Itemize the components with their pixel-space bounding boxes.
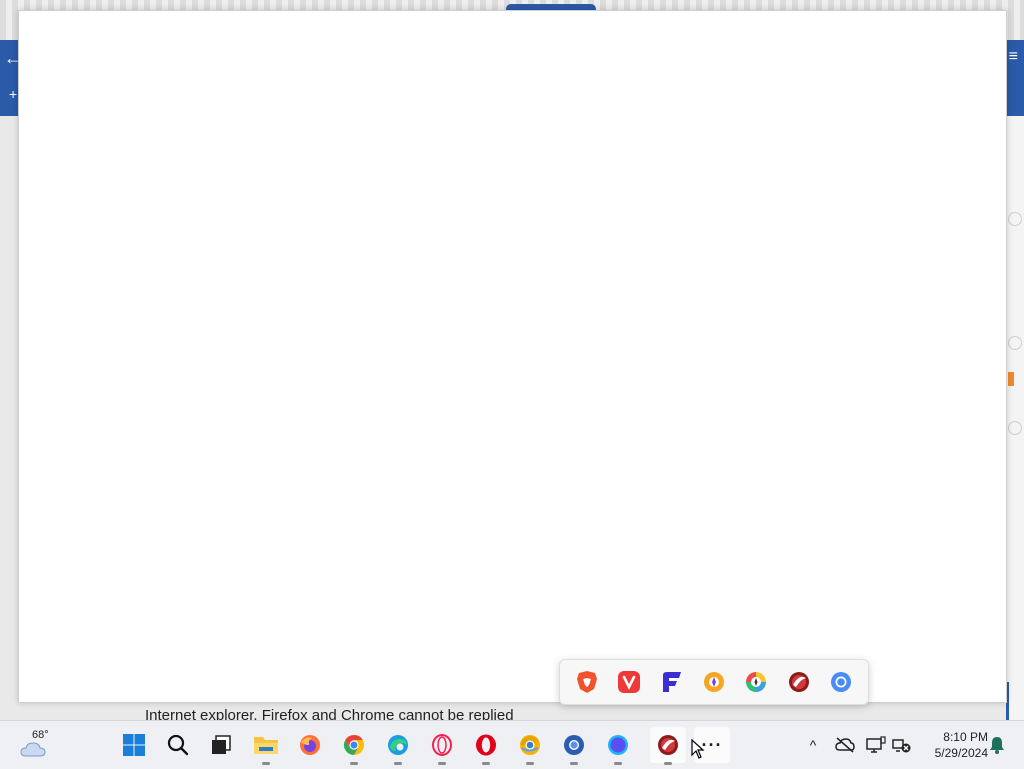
display-icon bbox=[866, 736, 886, 753]
cloud-icon bbox=[20, 742, 46, 757]
search-icon bbox=[167, 734, 189, 756]
bell-icon bbox=[990, 737, 1004, 754]
browser-red-icon bbox=[658, 735, 678, 755]
display-tray[interactable] bbox=[866, 735, 886, 755]
running-indicator bbox=[570, 762, 578, 765]
edge-icon bbox=[388, 735, 408, 755]
floorp-icon[interactable] bbox=[659, 669, 685, 695]
browser-group-flyout bbox=[559, 659, 869, 705]
background-radio-icon bbox=[1008, 212, 1022, 226]
background-right-panel bbox=[1006, 116, 1024, 722]
browser-orange-icon[interactable] bbox=[701, 669, 727, 695]
opera-icon bbox=[476, 734, 496, 756]
task-view-icon bbox=[212, 735, 231, 754]
background-blue-edge bbox=[1006, 682, 1024, 722]
edge-button[interactable] bbox=[380, 727, 416, 765]
background-accent-bar bbox=[1008, 372, 1014, 386]
background-menu-icon: ≡ bbox=[1008, 48, 1018, 65]
start-button[interactable] bbox=[116, 727, 152, 763]
chrome-button[interactable] bbox=[336, 727, 372, 765]
taskbar: 68° ··· ^ 8:10 PM 5/29/2024 bbox=[0, 720, 1024, 769]
chevron-up-icon: ^ bbox=[809, 737, 817, 753]
running-indicator bbox=[664, 762, 672, 765]
background-radio-icon bbox=[1008, 336, 1022, 350]
background-radio-icon bbox=[1008, 421, 1022, 435]
network-tray[interactable] bbox=[892, 735, 912, 755]
running-indicator bbox=[526, 762, 534, 765]
browser-red-icon[interactable] bbox=[786, 669, 812, 695]
clock-date: 5/29/2024 bbox=[934, 746, 988, 760]
weather-temperature: 68° bbox=[32, 729, 49, 741]
browser-colorful-icon[interactable] bbox=[743, 669, 769, 695]
blue-circle-icon bbox=[608, 735, 628, 755]
running-indicator bbox=[350, 762, 358, 765]
running-indicator bbox=[438, 762, 446, 765]
system-clock[interactable]: 8:10 PM 5/29/2024 bbox=[918, 729, 988, 761]
opera-outline-icon bbox=[432, 734, 452, 756]
blank-window[interactable] bbox=[18, 10, 1007, 703]
onedrive-tray[interactable] bbox=[835, 735, 855, 755]
opera-button[interactable] bbox=[468, 727, 504, 765]
notification-center-button[interactable] bbox=[987, 735, 1007, 755]
weather-widget[interactable]: 68° bbox=[18, 729, 58, 759]
show-hidden-icons-button[interactable]: ^ bbox=[803, 735, 823, 755]
clock-time: 8:10 PM bbox=[943, 730, 988, 744]
chromium-blue-icon bbox=[564, 735, 584, 755]
brave-icon[interactable] bbox=[574, 669, 600, 695]
running-indicator bbox=[482, 762, 490, 765]
running-indicator bbox=[262, 762, 270, 765]
chrome-canary-icon bbox=[520, 735, 540, 755]
folder-icon bbox=[254, 737, 278, 754]
running-indicator bbox=[614, 762, 622, 765]
windows-start-icon bbox=[123, 734, 145, 756]
chrome-icon bbox=[343, 734, 365, 756]
onedrive-offline-icon bbox=[835, 737, 855, 753]
search-button[interactable] bbox=[160, 727, 196, 763]
chrome-canary-button[interactable] bbox=[512, 727, 548, 765]
file-explorer-button[interactable] bbox=[248, 727, 284, 765]
browser-red-button[interactable] bbox=[650, 727, 686, 765]
vivaldi-icon[interactable] bbox=[616, 669, 642, 695]
task-view-button[interactable] bbox=[203, 727, 239, 763]
browser-blue-circle-button[interactable] bbox=[600, 727, 636, 765]
firefox-button[interactable] bbox=[292, 727, 328, 763]
background-plus-icon: + bbox=[9, 86, 18, 102]
chromium-icon[interactable] bbox=[828, 669, 854, 695]
mouse-cursor-icon bbox=[691, 739, 705, 759]
chromium-blue-button[interactable] bbox=[556, 727, 592, 765]
running-indicator bbox=[394, 762, 402, 765]
firefox-icon bbox=[300, 735, 320, 755]
opera-gx-button[interactable] bbox=[424, 727, 460, 765]
network-off-icon bbox=[892, 739, 911, 753]
